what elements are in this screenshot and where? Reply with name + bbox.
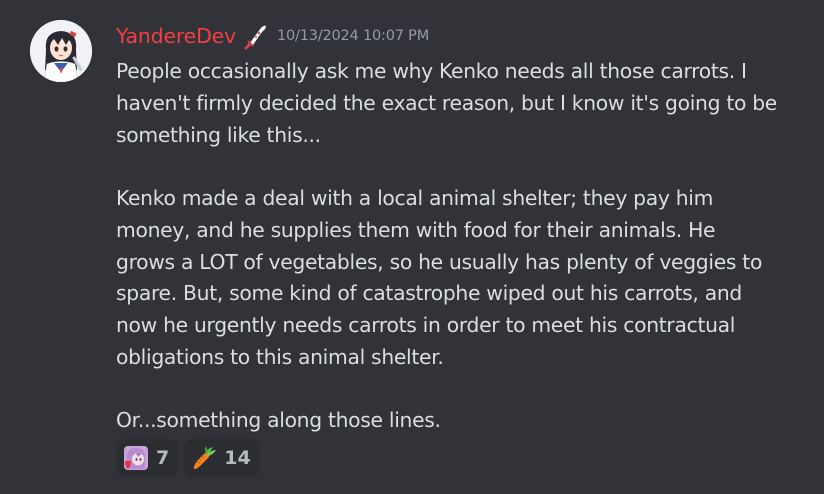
anime-girl-heart-emoji [123, 445, 149, 471]
message-line: Kenko made a deal with a local animal sh… [116, 186, 714, 210]
avatar-image [30, 20, 92, 82]
reaction-carrot[interactable]: 14 [184, 439, 260, 477]
message-line: money, and he supplies them with food fo… [116, 217, 716, 242]
chat-message: YandereDev 10/13/2024 10:07 PM People oc… [0, 0, 824, 494]
reaction-count: 7 [156, 447, 170, 469]
knife-icon[interactable] [241, 22, 269, 50]
message-line: now he urgently needs carrots in order t… [116, 313, 736, 337]
message-timestamp: 10/13/2024 10:07 PM [277, 28, 430, 44]
reaction-count: 14 [224, 447, 251, 469]
username[interactable]: YandereDev [116, 24, 236, 48]
message-line: haven't firmly decided the exact reason,… [116, 90, 777, 115]
message-line: grows a LOT of vegetables, so he usually… [116, 249, 763, 274]
message-line: something like this... [116, 122, 321, 147]
message-line: Or...something along those lines. [116, 408, 441, 433]
message-line: obligations to this animal shelter. [116, 344, 444, 369]
message-header: YandereDev 10/13/2024 10:07 PM [116, 20, 429, 52]
message-line: People occasionally ask me why Kenko nee… [116, 59, 747, 83]
reaction-anime-heart[interactable]: 7 [116, 439, 179, 477]
user-avatar[interactable] [30, 20, 92, 82]
carrot-emoji [191, 445, 217, 471]
message-line: spare. But, some kind of catastrophe wip… [116, 281, 742, 306]
message-content: People occasionally ask me why Kenko nee… [116, 56, 806, 437]
reactions-bar: 7 14 [116, 439, 260, 477]
